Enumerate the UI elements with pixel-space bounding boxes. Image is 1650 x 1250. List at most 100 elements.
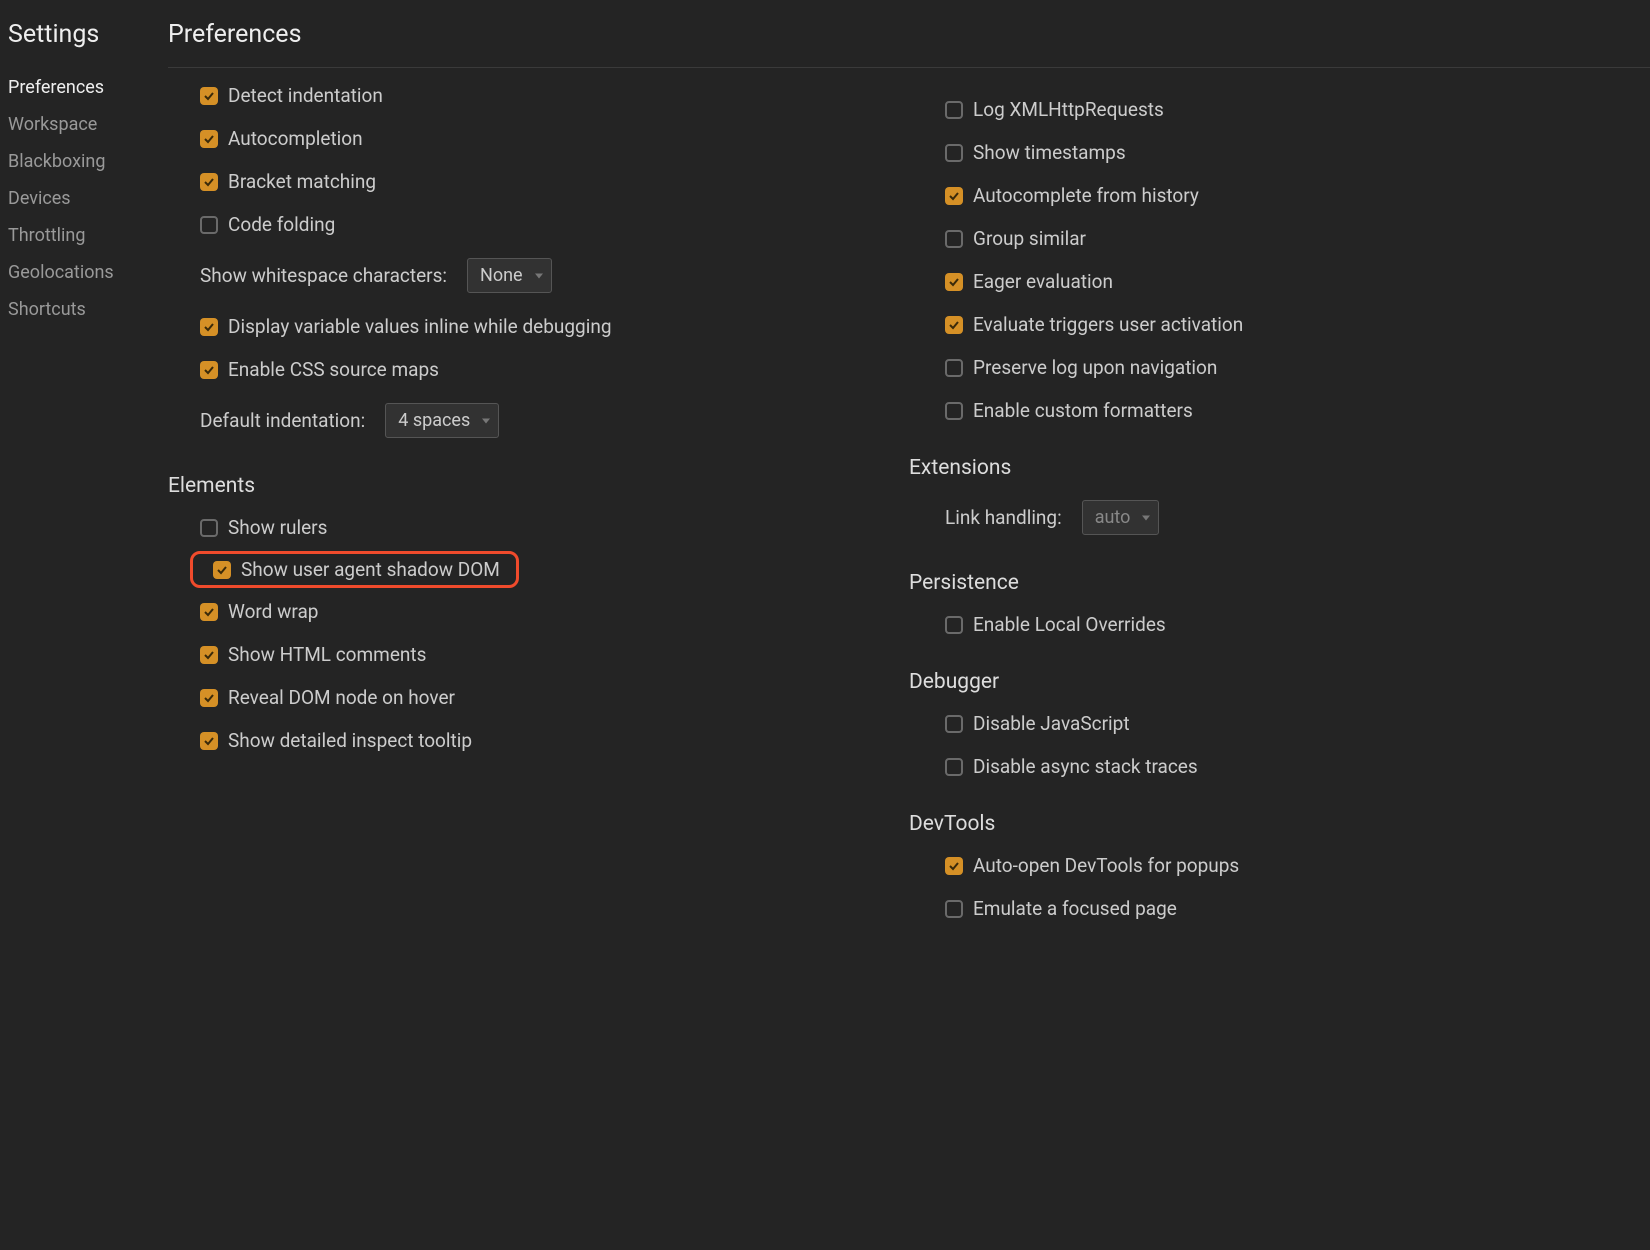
- pref-label: Show rulers: [228, 516, 327, 539]
- pref-enable-local-overrides[interactable]: Enable Local Overrides: [945, 603, 1634, 646]
- pref-label: Reveal DOM node on hover: [228, 686, 455, 709]
- pref-emulate-focused-page[interactable]: Emulate a focused page: [945, 887, 1634, 930]
- pref-log-xhr[interactable]: Log XMLHttpRequests: [945, 88, 1634, 131]
- checkbox-checked-icon[interactable]: [945, 273, 963, 291]
- pref-disable-javascript[interactable]: Disable JavaScript: [945, 702, 1634, 745]
- checkbox-unchecked-icon[interactable]: [945, 101, 963, 119]
- page-title: Preferences: [168, 20, 1650, 68]
- pref-label: Show detailed inspect tooltip: [228, 729, 472, 752]
- sidebar-item-throttling[interactable]: Throttling: [8, 217, 160, 254]
- sidebar-item-devices[interactable]: Devices: [8, 180, 160, 217]
- checkbox-unchecked-icon[interactable]: [945, 616, 963, 634]
- select-label: Default indentation:: [200, 409, 365, 432]
- checkbox-unchecked-icon[interactable]: [200, 216, 218, 234]
- main-panel: Preferences Detect indentation Autocompl…: [168, 0, 1650, 1250]
- pref-display-variable-inline[interactable]: Display variable values inline while deb…: [200, 305, 889, 348]
- pref-label: Enable custom formatters: [973, 399, 1193, 422]
- pref-label: Code folding: [228, 213, 335, 236]
- pref-detailed-inspect-tooltip[interactable]: Show detailed inspect tooltip: [200, 719, 889, 762]
- pref-show-rulers[interactable]: Show rulers: [200, 506, 889, 549]
- pref-link-handling: Link handling: auto: [945, 488, 1634, 547]
- pref-bracket-matching[interactable]: Bracket matching: [200, 160, 889, 203]
- checkbox-checked-icon[interactable]: [945, 187, 963, 205]
- pref-word-wrap[interactable]: Word wrap: [200, 590, 889, 633]
- pref-disable-async-stack[interactable]: Disable async stack traces: [945, 745, 1634, 788]
- pref-label: Autocompletion: [228, 127, 363, 150]
- checkbox-checked-icon[interactable]: [200, 646, 218, 664]
- checkbox-checked-icon[interactable]: [945, 316, 963, 334]
- pref-detect-indentation[interactable]: Detect indentation: [200, 74, 889, 117]
- pref-label: Preserve log upon navigation: [973, 356, 1217, 379]
- pref-label: Show HTML comments: [228, 643, 426, 666]
- preferences-content: Detect indentation Autocompletion Bracke…: [168, 68, 1650, 930]
- pref-reveal-dom-on-hover[interactable]: Reveal DOM node on hover: [200, 676, 889, 719]
- select-value: None: [480, 265, 523, 286]
- pref-label: Show timestamps: [973, 141, 1126, 164]
- pref-label: Disable async stack traces: [973, 755, 1198, 778]
- pref-evaluate-triggers-activation[interactable]: Evaluate triggers user activation: [945, 303, 1634, 346]
- pref-preserve-log[interactable]: Preserve log upon navigation: [945, 346, 1634, 389]
- sidebar-item-geolocations[interactable]: Geolocations: [8, 254, 160, 291]
- settings-title: Settings: [8, 20, 160, 69]
- checkbox-unchecked-icon[interactable]: [945, 758, 963, 776]
- checkbox-unchecked-icon[interactable]: [945, 402, 963, 420]
- show-whitespace-select[interactable]: None: [467, 258, 552, 293]
- section-heading-debugger: Debugger: [909, 646, 1634, 702]
- pref-label: Evaluate triggers user activation: [973, 313, 1243, 336]
- pref-label: Disable JavaScript: [973, 712, 1130, 735]
- pref-label: Word wrap: [228, 600, 318, 623]
- pref-label: Display variable values inline while deb…: [228, 315, 612, 338]
- checkbox-checked-icon[interactable]: [945, 857, 963, 875]
- sidebar-item-preferences[interactable]: Preferences: [8, 69, 160, 106]
- chevron-down-icon: [1142, 515, 1150, 520]
- section-heading-devtools: DevTools: [909, 788, 1634, 844]
- pref-label: Log XMLHttpRequests: [973, 98, 1164, 121]
- checkbox-unchecked-icon[interactable]: [945, 900, 963, 918]
- pref-autocompletion[interactable]: Autocompletion: [200, 117, 889, 160]
- select-value: auto: [1095, 507, 1131, 528]
- select-label: Link handling:: [945, 506, 1062, 529]
- pref-group-similar[interactable]: Group similar: [945, 217, 1634, 260]
- pref-label: Autocomplete from history: [973, 184, 1199, 207]
- checkbox-checked-icon[interactable]: [200, 173, 218, 191]
- checkbox-checked-icon[interactable]: [200, 361, 218, 379]
- pref-label: Show user agent shadow DOM: [241, 558, 500, 581]
- checkbox-checked-icon[interactable]: [200, 603, 218, 621]
- checkbox-checked-icon[interactable]: [200, 732, 218, 750]
- highlighted-pref-shadow-dom: Show user agent shadow DOM: [190, 551, 519, 588]
- checkbox-unchecked-icon[interactable]: [945, 144, 963, 162]
- pref-label: Enable Local Overrides: [973, 613, 1166, 636]
- sidebar-item-workspace[interactable]: Workspace: [8, 106, 160, 143]
- pref-default-indentation: Default indentation: 4 spaces: [200, 391, 889, 450]
- select-value: 4 spaces: [398, 410, 470, 431]
- link-handling-select[interactable]: auto: [1082, 500, 1160, 535]
- checkbox-unchecked-icon[interactable]: [200, 519, 218, 537]
- checkbox-checked-icon[interactable]: [200, 689, 218, 707]
- pref-eager-evaluation[interactable]: Eager evaluation: [945, 260, 1634, 303]
- pref-enable-css-source-maps[interactable]: Enable CSS source maps: [200, 348, 889, 391]
- pref-autocomplete-history[interactable]: Autocomplete from history: [945, 174, 1634, 217]
- pref-label: Enable CSS source maps: [228, 358, 439, 381]
- pref-label: Detect indentation: [228, 84, 383, 107]
- checkbox-checked-icon[interactable]: [213, 561, 231, 579]
- preferences-right-column: Log XMLHttpRequests Show timestamps Auto…: [909, 74, 1650, 930]
- checkbox-checked-icon[interactable]: [200, 87, 218, 105]
- pref-label: Group similar: [973, 227, 1086, 250]
- select-label: Show whitespace characters:: [200, 264, 447, 287]
- pref-label: Eager evaluation: [973, 270, 1113, 293]
- checkbox-unchecked-icon[interactable]: [945, 230, 963, 248]
- pref-code-folding[interactable]: Code folding: [200, 203, 889, 246]
- checkbox-checked-icon[interactable]: [200, 318, 218, 336]
- sidebar-item-shortcuts[interactable]: Shortcuts: [8, 291, 160, 328]
- pref-custom-formatters[interactable]: Enable custom formatters: [945, 389, 1634, 432]
- checkbox-unchecked-icon[interactable]: [945, 359, 963, 377]
- pref-show-timestamps[interactable]: Show timestamps: [945, 131, 1634, 174]
- checkbox-checked-icon[interactable]: [200, 130, 218, 148]
- sidebar-item-blackboxing[interactable]: Blackboxing: [8, 143, 160, 180]
- pref-auto-open-devtools[interactable]: Auto-open DevTools for popups: [945, 844, 1634, 887]
- settings-sidebar: Settings Preferences Workspace Blackboxi…: [0, 0, 168, 1250]
- pref-show-html-comments[interactable]: Show HTML comments: [200, 633, 889, 676]
- checkbox-unchecked-icon[interactable]: [945, 715, 963, 733]
- default-indentation-select[interactable]: 4 spaces: [385, 403, 499, 438]
- section-heading-elements: Elements: [168, 450, 889, 506]
